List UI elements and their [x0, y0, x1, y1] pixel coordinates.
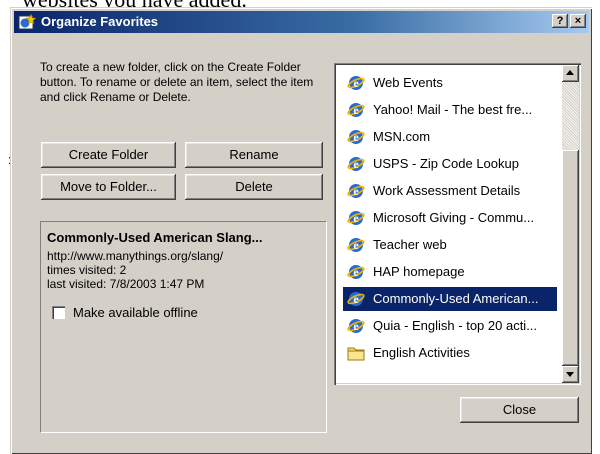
instructions-text: To create a new folder, click on the Cre… [40, 60, 314, 104]
delete-label: Delete [235, 179, 273, 194]
item-url: http://www.manythings.org/slang/ [47, 249, 224, 263]
scroll-up-button[interactable] [562, 65, 579, 82]
rename-button[interactable]: Rename [185, 142, 323, 168]
list-item[interactable]: e Work Assessment Details [343, 179, 557, 203]
create-folder-label: Create Folder [68, 147, 149, 162]
svg-text:e: e [353, 265, 359, 279]
list-item[interactable]: e Web Events [343, 71, 557, 95]
ie-icon: e [347, 157, 365, 171]
svg-text:e: e [353, 157, 359, 171]
list-item-label: Web Events [373, 75, 443, 90]
svg-text:e: e [353, 319, 359, 333]
title-bar[interactable]: Organize Favorites ? × [14, 11, 589, 33]
help-button[interactable]: ? [552, 14, 568, 28]
close-label: Close [502, 402, 537, 417]
list-item-label: USPS - Zip Code Lookup [373, 156, 519, 171]
create-folder-button[interactable]: Create Folder [41, 142, 176, 168]
window-title: Organize Favorites [41, 14, 159, 29]
list-item[interactable]: e Microsoft Giving - Commu... [343, 206, 557, 230]
svg-text:e: e [353, 76, 359, 90]
ie-icon: e [347, 211, 365, 225]
favorites-star-icon [18, 13, 36, 30]
list-item[interactable]: e MSN.com [343, 125, 557, 149]
item-title: Commonly-Used American Slang... [47, 230, 263, 245]
svg-text:e: e [353, 292, 359, 306]
ie-icon: e [347, 130, 365, 144]
move-to-folder-label: Move to Folder... [60, 179, 157, 194]
ie-icon: e [347, 184, 365, 198]
ie-icon: e [347, 103, 365, 117]
scroll-thumb[interactable] [562, 150, 579, 366]
ie-icon: e [347, 76, 365, 90]
ie-icon: e [347, 292, 365, 306]
item-last-visited: last visited: 7/8/2003 1:47 PM [47, 277, 205, 291]
organize-favorites-dialog: Organize Favorites ? × To create a new f… [10, 7, 592, 454]
delete-button[interactable]: Delete [185, 174, 323, 200]
list-item-label: Quia - English - top 20 acti... [373, 318, 538, 333]
list-item[interactable]: English Activities [343, 341, 557, 365]
arrow-up-icon [566, 70, 574, 75]
vertical-scrollbar[interactable] [562, 65, 579, 383]
rename-label: Rename [229, 147, 279, 162]
close-button[interactable]: Close [460, 397, 579, 423]
item-times-visited: times visited: 2 [47, 263, 127, 277]
list-item[interactable]: e Yahoo! Mail - The best fre... [343, 98, 557, 122]
item-details-panel: Commonly-Used American Slang... http://w… [40, 221, 327, 433]
list-item-label: English Activities [373, 345, 470, 360]
list-item-label: HAP homepage [373, 264, 465, 279]
favorites-list[interactable]: e Web Events e Yahoo! Mail - The best fre..… [334, 63, 581, 385]
list-item[interactable]: e Quia - English - top 20 acti... [343, 314, 557, 338]
list-item[interactable]: e HAP homepage [343, 260, 557, 284]
list-item[interactable]: e Commonly-Used American... [343, 287, 557, 311]
folder-icon [347, 347, 365, 361]
ie-icon: e [347, 265, 365, 279]
list-item-label: MSN.com [373, 129, 431, 144]
arrow-down-icon [566, 372, 574, 377]
list-item[interactable]: e Teacher web [343, 233, 557, 257]
move-to-folder-button[interactable]: Move to Folder... [41, 174, 176, 200]
svg-text:e: e [353, 211, 359, 225]
ie-icon: e [347, 319, 365, 333]
list-item-label: Yahoo! Mail - The best fre... [373, 102, 533, 117]
list-item[interactable]: e USPS - Zip Code Lookup [343, 152, 557, 176]
list-item-label: Work Assessment Details [373, 183, 521, 198]
list-item-label: Teacher web [373, 237, 447, 252]
scroll-down-button[interactable] [562, 366, 579, 383]
ie-icon: e [347, 238, 365, 252]
svg-text:e: e [353, 184, 359, 198]
list-item-label: Microsoft Giving - Commu... [373, 210, 535, 225]
svg-text:e: e [353, 130, 359, 144]
svg-text:e: e [353, 103, 359, 117]
offline-checkbox[interactable] [52, 306, 65, 319]
offline-label[interactable]: Make available offline [73, 306, 198, 320]
svg-text:e: e [353, 238, 359, 252]
list-item-label: Commonly-Used American... [373, 291, 539, 306]
close-window-button[interactable]: × [570, 14, 586, 28]
